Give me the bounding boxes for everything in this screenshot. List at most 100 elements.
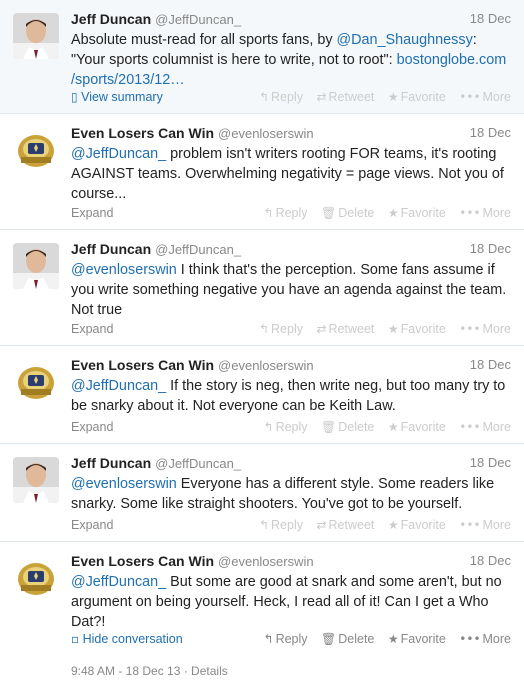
- more-button[interactable]: ••• More: [459, 204, 511, 222]
- tweet[interactable]: Jeff Duncan @JeffDuncan_ 18 Dec @evenlose…: [0, 444, 524, 542]
- favorite-button[interactable]: ★ Favorite: [388, 88, 446, 106]
- favorite-label: Favorite: [400, 322, 446, 336]
- more-label: More: [482, 632, 511, 646]
- favorite-button[interactable]: ★ Favorite: [388, 418, 446, 436]
- expand-link[interactable]: Expand: [71, 516, 113, 534]
- author-handle[interactable]: @JeffDuncan_: [155, 242, 241, 257]
- reply-icon: ↰: [258, 518, 270, 532]
- mention-link[interactable]: @evenloserswin: [71, 262, 177, 278]
- tweet[interactable]: Even Losers Can Win @evenloserswin 18 Dec…: [0, 346, 524, 444]
- star-icon: ★: [387, 90, 399, 104]
- star-icon: ★: [387, 322, 399, 336]
- tweet-date[interactable]: 18 Dec: [470, 124, 511, 142]
- mention-link[interactable]: @JeffDuncan_: [71, 146, 166, 162]
- retweet-button[interactable]: ⇄ Retweet: [316, 516, 374, 534]
- favorite-label: Favorite: [400, 632, 446, 646]
- expand-link[interactable]: Expand: [71, 418, 113, 436]
- favorite-button[interactable]: ★ Favorite: [388, 516, 446, 534]
- tweet-date[interactable]: 18 Dec: [470, 356, 511, 374]
- author-handle[interactable]: @evenloserswin: [218, 554, 314, 569]
- star-icon: ★: [387, 632, 399, 646]
- tweet-date[interactable]: 18 Dec: [470, 240, 511, 258]
- author-name[interactable]: Even Losers Can Win: [71, 357, 214, 373]
- expand-link[interactable]: Expand: [71, 204, 113, 222]
- author-name[interactable]: Jeff Duncan: [71, 11, 151, 27]
- favorite-button[interactable]: ★ Favorite: [388, 630, 446, 648]
- expand-link[interactable]: Expand: [71, 320, 113, 338]
- more-button[interactable]: ••• More: [459, 320, 511, 338]
- delete-button[interactable]: 🗑 Delete: [321, 418, 374, 436]
- retweet-label: Retweet: [328, 518, 375, 532]
- avatar-jeff-duncan[interactable]: [13, 243, 59, 289]
- reply-button[interactable]: ↰ Reply: [264, 418, 308, 436]
- more-icon: •••: [459, 322, 481, 336]
- more-button[interactable]: ••• More: [459, 418, 511, 436]
- hide-conversation-link[interactable]: ▫ Hide conversation: [71, 630, 183, 648]
- hide-conversation-label: Hide conversation: [82, 632, 183, 646]
- tweet-text: @evenloserswin I think that's the percep…: [71, 260, 511, 320]
- retweet-icon: ⇄: [316, 518, 327, 532]
- reply-icon: ↰: [258, 322, 270, 336]
- more-icon: •••: [459, 90, 481, 104]
- retweet-icon: ⇄: [316, 322, 327, 336]
- reply-button[interactable]: ↰ Reply: [259, 88, 303, 106]
- author-name[interactable]: Jeff Duncan: [71, 455, 151, 471]
- more-button[interactable]: ••• More: [459, 630, 511, 648]
- tweet-date[interactable]: 18 Dec: [470, 552, 511, 570]
- avatar-jeff-duncan[interactable]: [13, 457, 59, 503]
- view-summary-link[interactable]: ▯ View summary: [71, 88, 163, 106]
- tweet-date[interactable]: 18 Dec: [470, 454, 511, 472]
- retweet-icon: ⇄: [316, 90, 327, 104]
- star-icon: ★: [387, 518, 399, 532]
- document-icon: ▯: [71, 90, 78, 104]
- author-name[interactable]: Even Losers Can Win: [71, 125, 214, 141]
- author-handle[interactable]: @JeffDuncan_: [155, 456, 241, 471]
- more-icon: •••: [459, 420, 481, 434]
- author-name[interactable]: Jeff Duncan: [71, 241, 151, 257]
- reply-button[interactable]: ↰ Reply: [264, 630, 308, 648]
- reply-button[interactable]: ↰ Reply: [259, 320, 303, 338]
- more-button[interactable]: ••• More: [459, 516, 511, 534]
- author-name[interactable]: Even Losers Can Win: [71, 553, 214, 569]
- tweet[interactable]: Jeff Duncan @JeffDuncan_ 18 Dec Absolute …: [0, 0, 524, 114]
- reply-button[interactable]: ↰ Reply: [264, 204, 308, 222]
- more-button[interactable]: ••• More: [459, 88, 511, 106]
- favorite-label: Favorite: [400, 90, 446, 104]
- tweet-timestamp[interactable]: 9:48 AM - 18 Dec 13 · Details: [71, 664, 228, 678]
- avatar-even-losers-can-win[interactable]: [13, 127, 59, 173]
- favorite-button[interactable]: ★ Favorite: [388, 204, 446, 222]
- tweet-date[interactable]: 18 Dec: [470, 10, 511, 28]
- retweet-button[interactable]: ⇄ Retweet: [316, 320, 374, 338]
- mention-link[interactable]: @evenloserswin: [71, 476, 177, 492]
- tweet[interactable]: Even Losers Can Win @evenloserswin 18 Dec…: [0, 114, 524, 230]
- mention-link[interactable]: @Dan_Shaughnessy: [337, 32, 473, 48]
- mention-link[interactable]: @JeffDuncan_: [71, 574, 166, 590]
- tweet[interactable]: Even Losers Can Win @evenloserswin 18 Dec…: [0, 542, 524, 694]
- avatar-jeff-duncan[interactable]: [13, 13, 59, 59]
- avatar-even-losers-can-win[interactable]: [13, 555, 59, 601]
- mention-link[interactable]: @JeffDuncan_: [71, 378, 166, 394]
- more-icon: •••: [459, 206, 481, 220]
- avatar-even-losers-can-win[interactable]: [13, 359, 59, 405]
- trash-icon: 🗑: [321, 206, 337, 220]
- delete-button[interactable]: 🗑 Delete: [321, 630, 374, 648]
- tweet[interactable]: Jeff Duncan @JeffDuncan_ 18 Dec @evenlose…: [0, 230, 524, 346]
- reply-label: Reply: [275, 420, 308, 434]
- reply-button[interactable]: ↰ Reply: [259, 516, 303, 534]
- retweet-label: Retweet: [328, 322, 375, 336]
- retweet-label: Retweet: [328, 90, 375, 104]
- author-handle[interactable]: @JeffDuncan_: [155, 12, 241, 27]
- reply-label: Reply: [275, 632, 308, 646]
- delete-button[interactable]: 🗑 Delete: [321, 204, 374, 222]
- star-icon: ★: [387, 206, 399, 220]
- author-handle[interactable]: @evenloserswin: [218, 126, 314, 141]
- tweet-text-part: Absolute must-read for all sports fans, …: [71, 32, 337, 48]
- retweet-button[interactable]: ⇄ Retweet: [316, 88, 374, 106]
- conversation-icon: ▫: [71, 632, 80, 646]
- more-icon: •••: [459, 632, 481, 646]
- favorite-button[interactable]: ★ Favorite: [388, 320, 446, 338]
- trash-icon: 🗑: [321, 632, 337, 646]
- author-handle[interactable]: @evenloserswin: [218, 358, 314, 373]
- favorite-label: Favorite: [400, 518, 446, 532]
- reply-icon: ↰: [258, 90, 270, 104]
